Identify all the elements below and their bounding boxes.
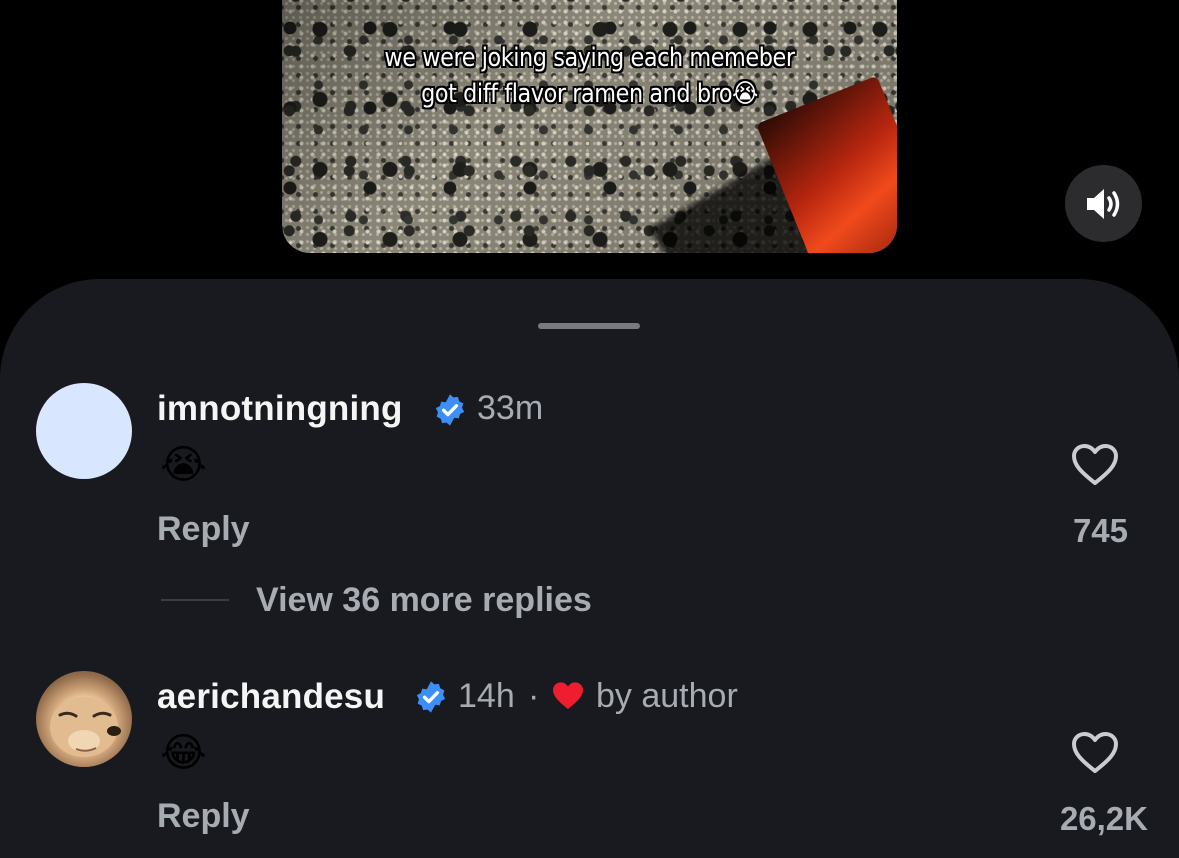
like-heart-icon[interactable] [1071, 443, 1119, 487]
reply-button[interactable]: Reply [157, 510, 250, 549]
like-count: 745 [1072, 512, 1128, 549]
comment-text: 😭 [160, 442, 207, 488]
comments-sheet: imnotningning 33m 😭 Reply 745 View 36 mo… [0, 279, 1179, 858]
verified-badge-icon [416, 681, 446, 713]
avatar[interactable] [36, 671, 132, 767]
video-caption: we were joking saying each memeber got d… [325, 40, 854, 112]
author-liked-heart-icon [553, 682, 583, 709]
comment-username[interactable]: imnotningning [157, 389, 403, 429]
sheet-drag-handle[interactable] [538, 323, 640, 329]
speaker-volume-icon [1086, 188, 1119, 219]
comment-username[interactable]: aerichandesu [157, 677, 385, 717]
replies-divider [161, 599, 229, 601]
sound-toggle-button[interactable] [1065, 165, 1142, 242]
like-heart-icon[interactable] [1071, 731, 1119, 775]
liked-by-author-label: by author [596, 677, 738, 715]
caption-line-1: we were joking saying each memeber [384, 43, 795, 73]
reply-button[interactable]: Reply [157, 797, 250, 836]
avatar[interactable] [36, 383, 132, 479]
comment-timestamp: 33m [477, 389, 544, 427]
view-more-replies-button[interactable]: View 36 more replies [256, 581, 592, 620]
comment-timestamp: 14h [458, 677, 515, 715]
like-count: 26,2K [1059, 800, 1148, 837]
meta-separator: · [528, 677, 540, 715]
verified-badge-icon [435, 394, 465, 426]
video-player[interactable]: we were joking saying each memeber got d… [282, 0, 897, 253]
caption-line-2: got diff flavor ramen and bro😭 [421, 79, 758, 109]
dog-avatar-image [50, 697, 121, 757]
comment-text: 😂 [160, 730, 207, 776]
